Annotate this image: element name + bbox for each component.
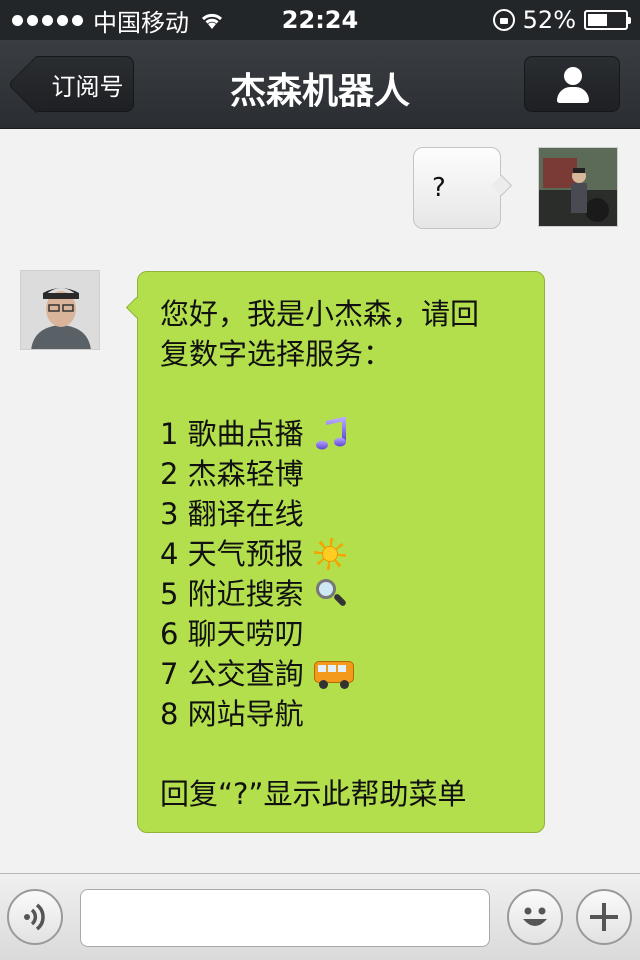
voice-button[interactable]: [7, 889, 63, 945]
navigation-bar: 订阅号 杰森机器人: [0, 40, 640, 129]
input-bar: [0, 873, 640, 960]
back-button-label: 订阅号: [51, 72, 124, 101]
menu-item: 8 网站导航: [160, 694, 544, 734]
menu-item-label: 4 天气预报: [160, 537, 304, 571]
menu-item: 1 歌曲点播: [160, 414, 544, 454]
plus-button[interactable]: [576, 889, 632, 945]
self-avatar-photo: [539, 148, 617, 226]
emoji-button[interactable]: [507, 889, 563, 945]
user-message-text: ?: [432, 173, 446, 203]
menu-item-label: 1 歌曲点播: [160, 417, 304, 451]
menu-item-label: 2 杰森轻博: [160, 457, 304, 491]
menu-item-label: 7 公交查詢: [160, 657, 304, 691]
status-right: 52%: [492, 6, 631, 34]
battery-icon: [584, 10, 631, 30]
bot-intro-line-2: 复数字选择服务：: [160, 337, 393, 371]
sun-icon: [313, 538, 346, 570]
menu-item-label: 3 翻译在线: [160, 497, 304, 531]
message-input[interactable]: [80, 889, 490, 947]
chat-area[interactable]: ? 您好，我是小杰森，请回 复数字选择服务： 1 歌曲点播 2 杰森轻博 3 翻…: [0, 129, 640, 873]
profile-button[interactable]: [524, 56, 620, 112]
bot-avatar-photo: [21, 271, 99, 349]
self-avatar[interactable]: [538, 147, 618, 227]
bot-intro-line-1: 您好，我是小杰森，请回: [160, 297, 480, 331]
status-bar: 中国移动 22:24 52%: [0, 0, 640, 40]
menu-item-label: 8 网站导航: [160, 697, 304, 731]
voice-icon: [24, 903, 45, 931]
menu-item: 5 附近搜索: [160, 574, 544, 614]
bot-message-bubble[interactable]: 您好，我是小杰森，请回 复数字选择服务： 1 歌曲点播 2 杰森轻博 3 翻译在…: [137, 271, 545, 833]
magnifier-icon: [314, 577, 348, 611]
menu-item: 2 杰森轻博: [160, 454, 544, 494]
bus-icon: [313, 659, 354, 689]
smiley-icon: [523, 907, 547, 926]
bot-avatar[interactable]: [20, 270, 100, 350]
menu-item-label: 6 聊天唠叨: [160, 617, 304, 651]
music-note-icon: [315, 417, 346, 450]
menu-item: 7 公交查詢: [160, 654, 544, 694]
wechat-chat-screen: 中国移动 22:24 52% 订阅号 杰森机器人 ? 您好，我是小杰森，请回 复…: [0, 0, 640, 960]
menu-item: 3 翻译在线: [160, 494, 544, 534]
user-message-bubble[interactable]: ?: [413, 147, 501, 229]
battery-percent: 52%: [522, 6, 576, 34]
bot-help-footer: 回复“?”显示此帮助菜单: [160, 777, 467, 811]
rotation-lock-icon: [492, 9, 515, 31]
plus-icon: [590, 903, 618, 931]
menu-item: 6 聊天唠叨: [160, 614, 544, 654]
menu-item: 4 天气预报: [160, 534, 544, 574]
menu-item-label: 5 附近搜索: [160, 577, 304, 611]
